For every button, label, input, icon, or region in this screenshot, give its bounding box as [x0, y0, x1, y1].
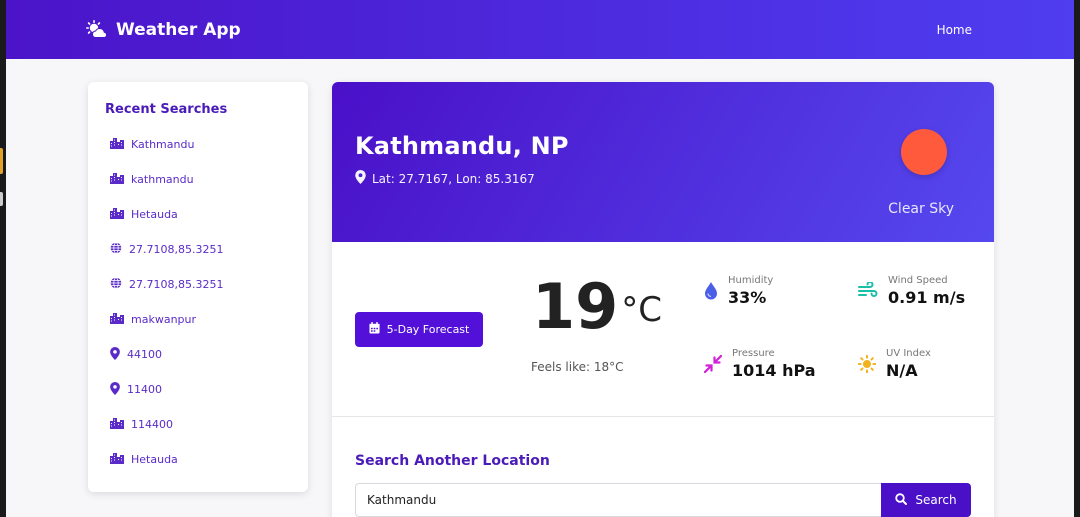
weather-card: Kathmandu, NP Lat: 27.7167, Lon: 85.3167… — [332, 82, 994, 517]
map-pin-icon — [110, 346, 120, 363]
recent-search-label: 114400 — [131, 418, 173, 431]
navbar: Weather App Home — [6, 0, 1074, 59]
pressure-metric: Pressure 1014 hPa — [703, 348, 816, 380]
recent-searches-title: Recent Searches — [105, 102, 228, 117]
coordinates-text: Lat: 27.7167, Lon: 85.3167 — [372, 171, 535, 186]
recent-search-item[interactable]: 27.7108,85.3251 — [105, 232, 291, 267]
brand-title: Weather App — [116, 19, 241, 40]
forecast-button-label: 5-Day Forecast — [386, 323, 470, 336]
search-button[interactable]: Search — [881, 483, 971, 517]
recent-search-label: 27.7108,85.3251 — [129, 278, 224, 291]
pressure-value: 1014 hPa — [732, 361, 816, 380]
nav-home-link[interactable]: Home — [937, 23, 972, 37]
recent-search-item[interactable]: Hetauda — [105, 442, 291, 477]
recent-search-label: 11400 — [127, 383, 162, 396]
recent-search-label: Hetauda — [131, 453, 178, 466]
brand[interactable]: Weather App — [86, 20, 241, 40]
uv-value: N/A — [886, 361, 918, 380]
wind-value: 0.91 m/s — [888, 288, 966, 307]
temperature-unit: °C — [621, 290, 663, 330]
city-icon — [110, 312, 124, 327]
edge-marker — [0, 192, 3, 206]
pressure-label: Pressure — [732, 348, 775, 359]
recent-search-item[interactable]: Kathmandu — [105, 127, 291, 162]
globe-icon — [110, 242, 122, 257]
city-icon — [110, 207, 124, 222]
temperature-value: 19 — [532, 270, 619, 343]
humidity-value: 33% — [728, 288, 767, 307]
screen-edge-right — [1074, 0, 1080, 517]
temperature: 19 °C — [532, 276, 662, 338]
city-icon — [110, 417, 124, 432]
wind-metric: Wind Speed 0.91 m/s — [858, 275, 965, 307]
wind-icon — [858, 275, 878, 302]
edge-marker — [0, 148, 3, 174]
five-day-forecast-button[interactable]: 5-Day Forecast — [355, 312, 483, 347]
city-icon — [110, 452, 124, 467]
city-icon — [110, 137, 124, 152]
compress-icon — [703, 348, 723, 377]
coordinates: Lat: 27.7167, Lon: 85.3167 — [355, 170, 971, 187]
search-title: Search Another Location — [355, 453, 550, 469]
search-button-label: Search — [915, 493, 957, 507]
recent-search-label: 44100 — [127, 348, 162, 361]
weather-condition-icon — [901, 129, 947, 175]
sun-icon — [857, 348, 877, 377]
globe-icon — [110, 277, 122, 292]
droplet-icon — [704, 275, 718, 304]
recent-search-label: Kathmandu — [131, 138, 195, 151]
recent-search-label: 27.7108,85.3251 — [129, 243, 224, 256]
recent-search-item[interactable]: 27.7108,85.3251 — [105, 267, 291, 302]
search-input[interactable] — [355, 483, 881, 517]
recent-search-item[interactable]: makwanpur — [105, 302, 291, 337]
search-form: Search — [355, 483, 971, 517]
humidity-metric: Humidity 33% — [704, 275, 773, 307]
humidity-label: Humidity — [728, 275, 774, 286]
recent-search-item[interactable]: kathmandu — [105, 162, 291, 197]
weather-header: Kathmandu, NP Lat: 27.7167, Lon: 85.3167… — [332, 82, 994, 242]
cloud-sun-icon — [86, 19, 110, 40]
calendar-icon — [369, 322, 380, 337]
recent-search-label: kathmandu — [131, 173, 194, 186]
recent-search-item[interactable]: Hetauda — [105, 197, 291, 232]
search-section: Search Another Location Search — [332, 417, 994, 517]
recent-search-item[interactable]: 44100 — [105, 337, 291, 372]
app-window: Weather App Home Recent Searches Kathman… — [6, 0, 1074, 517]
location-title: Kathmandu, NP — [355, 132, 569, 160]
feels-like: Feels like: 18°C — [531, 360, 624, 374]
uv-metric: UV Index N/A — [857, 348, 931, 380]
recent-search-label: makwanpur — [131, 313, 197, 326]
recent-searches-list: Kathmandu kathmandu Hetauda 27.7108,85.3251… — [105, 127, 291, 477]
city-icon — [110, 172, 124, 187]
wind-label: Wind Speed — [888, 275, 948, 286]
map-pin-icon — [355, 170, 366, 187]
weather-stats: 5-Day Forecast 19 °C Feels like: 18°C Hu… — [332, 242, 994, 417]
weather-condition: Clear Sky — [888, 201, 954, 217]
recent-searches-panel: Recent Searches Kathmandu kathmandu Hetaud… — [88, 82, 308, 492]
uv-label: UV Index — [886, 348, 931, 359]
recent-search-item[interactable]: 11400 — [105, 372, 291, 407]
recent-search-item[interactable]: 114400 — [105, 407, 291, 442]
map-pin-icon — [110, 381, 120, 398]
search-icon — [895, 492, 908, 508]
recent-search-label: Hetauda — [131, 208, 178, 221]
